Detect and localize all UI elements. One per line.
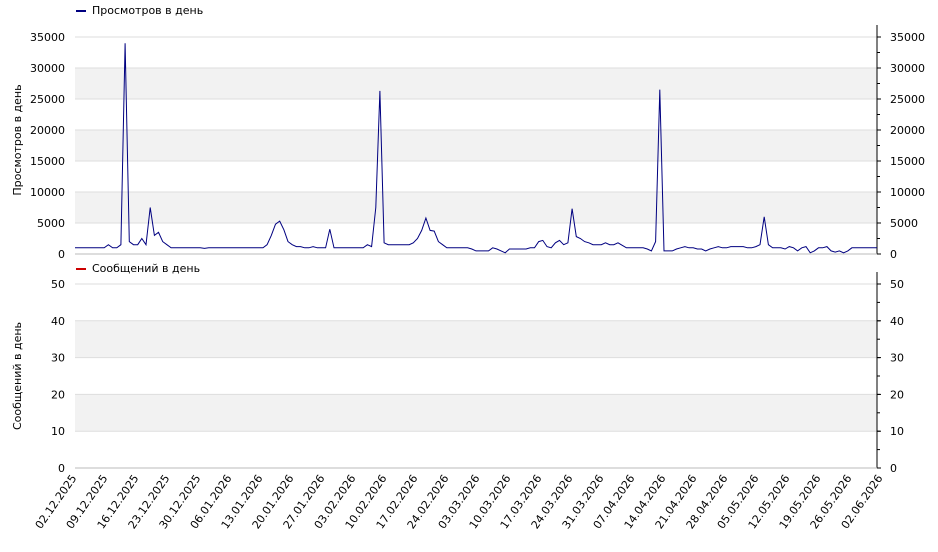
grid-band bbox=[75, 320, 877, 358]
y-tick-label-left: 50 bbox=[51, 278, 65, 291]
y-tick-label-right: 20 bbox=[890, 388, 904, 401]
y-tick-label-left: 15000 bbox=[30, 155, 65, 168]
y-tick-label-right: 50 bbox=[890, 278, 904, 291]
y-tick-label-right: 20000 bbox=[890, 124, 925, 137]
legend-views-label: Просмотров в день bbox=[92, 4, 204, 17]
y-tick-label-left: 35000 bbox=[30, 31, 65, 44]
y-tick-label-right: 10000 bbox=[890, 186, 925, 199]
y-tick-label-left: 5000 bbox=[37, 217, 65, 230]
y-tick-label-left: 10 bbox=[51, 425, 65, 438]
y-tick-label-right: 0 bbox=[890, 462, 897, 475]
y-axis-title: Сообщений в день bbox=[11, 322, 24, 430]
y-tick-label-left: 25000 bbox=[30, 93, 65, 106]
y-tick-label-right: 15000 bbox=[890, 155, 925, 168]
y-tick-label-right: 10 bbox=[890, 425, 904, 438]
grid-band bbox=[75, 130, 877, 161]
y-tick-label-left: 20000 bbox=[30, 124, 65, 137]
y-tick-label-left: 20 bbox=[51, 388, 65, 401]
legend-views: Просмотров в день bbox=[76, 4, 203, 17]
y-tick-label-left: 30000 bbox=[30, 62, 65, 75]
y-tick-label-left: 30 bbox=[51, 352, 65, 365]
y-tick-label-right: 0 bbox=[890, 248, 897, 261]
y-tick-label-left: 10000 bbox=[30, 186, 65, 199]
y-tick-label-left: 40 bbox=[51, 315, 65, 328]
y-tick-label-left: 0 bbox=[58, 248, 65, 261]
y-tick-label-right: 5000 bbox=[890, 217, 918, 230]
y-tick-label-right: 40 bbox=[890, 315, 904, 328]
y-tick-label-right: 35000 bbox=[890, 31, 925, 44]
y-tick-label-right: 30000 bbox=[890, 62, 925, 75]
grid-band bbox=[75, 192, 877, 223]
legend-messages: Сообщений в день bbox=[76, 262, 200, 275]
grid-band bbox=[75, 394, 877, 432]
legend-messages-label: Сообщений в день bbox=[92, 262, 201, 275]
legend-messages-swatch bbox=[76, 267, 86, 270]
grid-band bbox=[75, 68, 877, 99]
y-tick-label-left: 0 bbox=[58, 462, 65, 475]
stats-chart-page: Просмотров в день Сообщений в день 0 0 500… bbox=[0, 0, 938, 548]
legend-views-swatch bbox=[76, 9, 86, 12]
y-axis-title: Просмотров в день bbox=[11, 84, 24, 195]
y-tick-label-right: 25000 bbox=[890, 93, 925, 106]
y-tick-label-right: 30 bbox=[890, 352, 904, 365]
